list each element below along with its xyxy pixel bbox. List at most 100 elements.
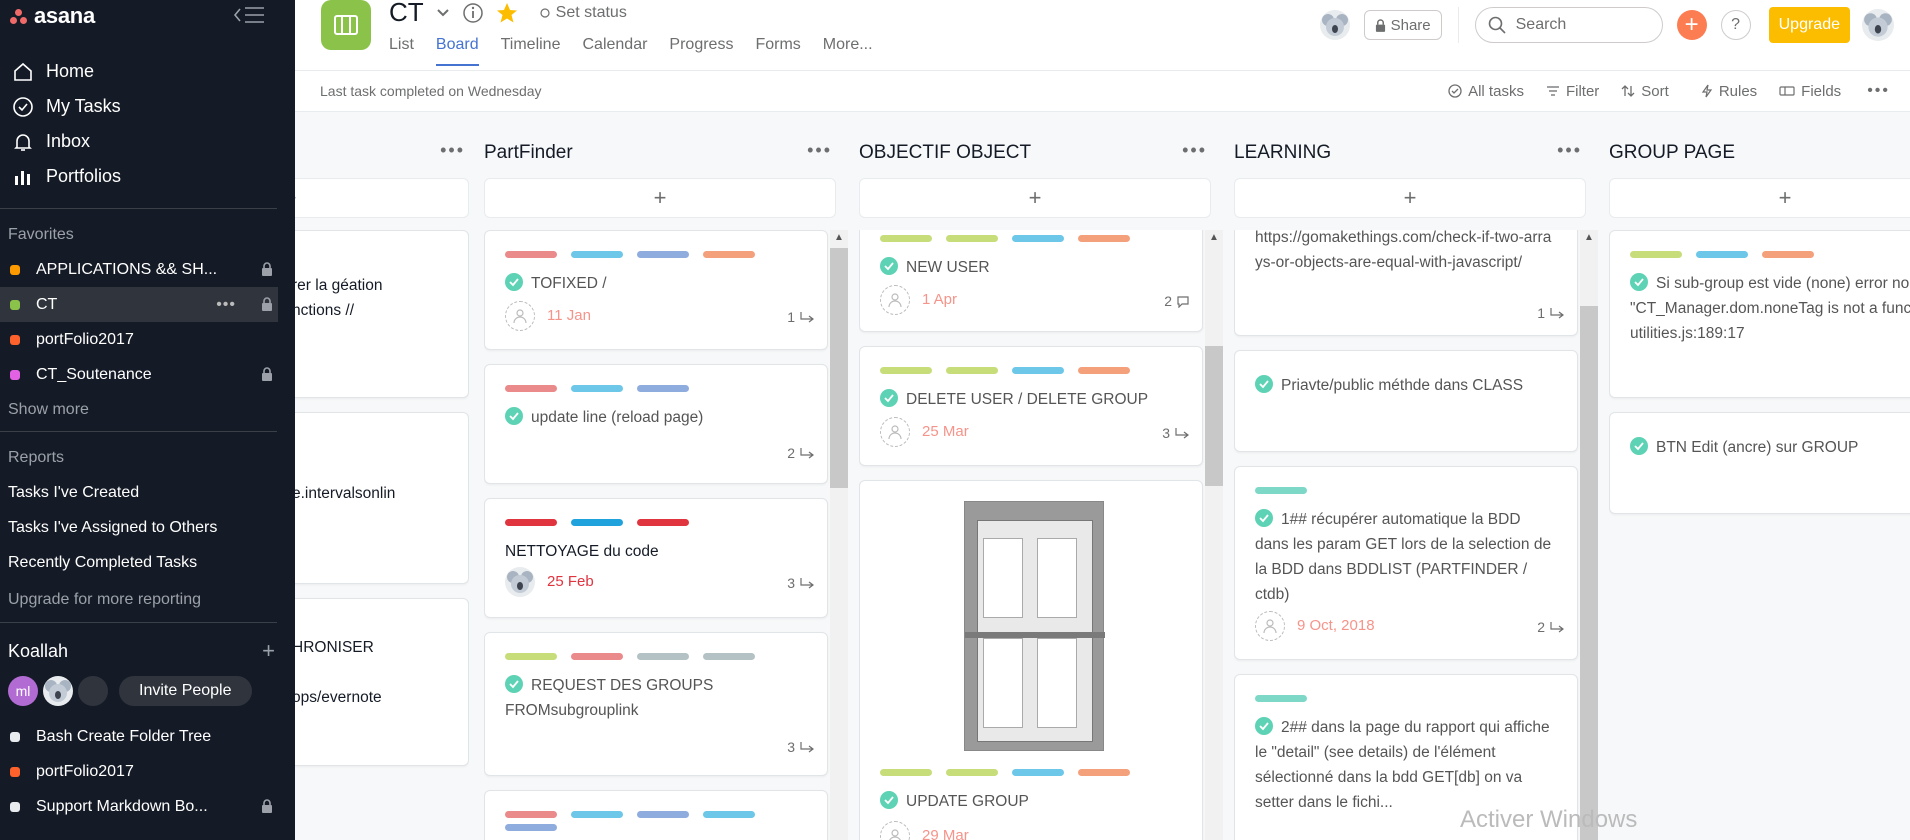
check-circle-icon[interactable] bbox=[505, 273, 523, 291]
avatar-placeholder[interactable] bbox=[78, 676, 108, 706]
collapse-sidebar-icon[interactable] bbox=[232, 5, 266, 25]
check-circle-icon[interactable] bbox=[1255, 375, 1273, 393]
user-avatar[interactable] bbox=[1862, 9, 1894, 41]
assignee-icon[interactable] bbox=[880, 821, 910, 840]
search-input[interactable]: Search bbox=[1474, 7, 1663, 43]
koala-avatar[interactable] bbox=[505, 567, 535, 597]
invite-people-button[interactable]: Invite People bbox=[119, 676, 252, 706]
all-tasks-button[interactable]: All tasks bbox=[1448, 83, 1524, 100]
subtask-count[interactable]: 3 bbox=[1162, 425, 1190, 441]
tab-list[interactable]: List bbox=[389, 34, 414, 66]
nav-inbox[interactable]: Inbox bbox=[0, 124, 295, 159]
column-scrollbar[interactable]: ▲ bbox=[830, 230, 848, 840]
favorite-ct[interactable]: CT ••• bbox=[0, 287, 278, 322]
filter-button[interactable]: Filter bbox=[1546, 83, 1599, 100]
task-attachment-thumbnail[interactable] bbox=[964, 501, 1105, 751]
due-date[interactable]: 25 Mar bbox=[922, 423, 969, 440]
assignee-icon[interactable] bbox=[880, 285, 910, 315]
more-options-icon[interactable]: ••• bbox=[1867, 82, 1890, 100]
team-header[interactable]: Koallah + bbox=[0, 631, 295, 671]
project-bash[interactable]: Bash Create Folder Tree bbox=[0, 719, 295, 754]
task-card[interactable]: Si sub-group est vide (none) error nonet… bbox=[1609, 230, 1910, 398]
tab-timeline[interactable]: Timeline bbox=[501, 34, 561, 66]
column-menu-icon[interactable]: ••• bbox=[1557, 140, 1582, 161]
check-circle-icon[interactable] bbox=[880, 791, 898, 809]
assignee-icon[interactable] bbox=[880, 417, 910, 447]
subtask-count[interactable]: 1 bbox=[1537, 305, 1565, 321]
column-title[interactable]: GROUP PAGE bbox=[1609, 142, 1735, 164]
task-card[interactable]: e.intervalsonlin bbox=[295, 412, 469, 584]
tab-progress[interactable]: Progress bbox=[669, 34, 733, 66]
add-task-button[interactable]: + bbox=[1609, 178, 1910, 218]
column-scrollbar[interactable]: ▲ bbox=[1205, 230, 1223, 840]
check-circle-icon[interactable] bbox=[1255, 717, 1273, 735]
fields-button[interactable]: Fields bbox=[1779, 83, 1841, 100]
task-card[interactable]: DELETE USER / DELETE GROUP 25 Mar 3 bbox=[859, 346, 1203, 466]
nav-portfolios[interactable]: Portfolios bbox=[0, 159, 295, 194]
report-tasks-assigned[interactable]: Tasks I've Assigned to Others bbox=[0, 510, 295, 545]
due-date[interactable]: 25 Feb bbox=[547, 573, 594, 590]
column-scrollbar[interactable]: ▲ bbox=[1580, 230, 1598, 840]
column-title[interactable]: PartFinder bbox=[484, 142, 573, 164]
comment-count[interactable]: 2 bbox=[1164, 293, 1190, 309]
add-task-button[interactable]: + bbox=[1234, 178, 1586, 218]
upgrade-reporting-link[interactable]: Upgrade for more reporting bbox=[0, 580, 295, 620]
report-tasks-created[interactable]: Tasks I've Created bbox=[0, 475, 295, 510]
task-card[interactable]: NETTOYAGE du code 25 Feb 3 bbox=[484, 498, 828, 618]
check-circle-icon[interactable] bbox=[880, 257, 898, 275]
report-recently-completed[interactable]: Recently Completed Tasks bbox=[0, 545, 295, 580]
task-card[interactable]: UPDATE GROUP 29 Mar bbox=[859, 480, 1203, 840]
favorite-applications[interactable]: APPLICATIONS && SH... bbox=[0, 252, 295, 287]
subtask-count[interactable]: 2 bbox=[1537, 619, 1565, 635]
assignee-icon[interactable] bbox=[505, 301, 535, 331]
column-menu-icon[interactable]: ••• bbox=[440, 140, 465, 161]
subtask-count[interactable]: 3 bbox=[787, 739, 815, 755]
column-title[interactable]: OBJECTIF OBJECT bbox=[859, 142, 1031, 164]
share-button[interactable]: Share bbox=[1363, 10, 1442, 40]
due-date[interactable]: 9 Oct, 2018 bbox=[1297, 617, 1375, 634]
project-icon[interactable] bbox=[321, 0, 371, 50]
due-date[interactable]: 1 Apr bbox=[922, 291, 957, 308]
add-task-button[interactable]: + bbox=[484, 178, 836, 218]
chevron-down-icon[interactable] bbox=[436, 8, 450, 18]
check-circle-icon[interactable] bbox=[505, 675, 523, 693]
column-title[interactable]: LEARNING bbox=[1234, 142, 1331, 164]
task-card[interactable]: 1## récupérer automatique la BDD dans le… bbox=[1234, 466, 1578, 660]
koala-avatar[interactable] bbox=[43, 676, 73, 706]
check-circle-icon[interactable] bbox=[1630, 437, 1648, 455]
favorite-portfolio2017[interactable]: portFolio2017 bbox=[0, 322, 295, 357]
due-date[interactable]: 29 Mar bbox=[922, 827, 969, 840]
set-status-button[interactable]: Set status bbox=[540, 4, 627, 22]
tab-calendar[interactable]: Calendar bbox=[582, 34, 647, 66]
subtask-count[interactable]: 3 bbox=[787, 575, 815, 591]
koala-avatar[interactable] bbox=[1319, 10, 1350, 40]
check-circle-icon[interactable] bbox=[880, 389, 898, 407]
task-card[interactable]: https://gomakethings.com/check-if-two-ar… bbox=[1234, 230, 1578, 336]
task-card[interactable]: NEW USER 1 Apr 2 bbox=[859, 230, 1203, 332]
subtask-count[interactable]: 1 bbox=[787, 309, 815, 325]
avatar[interactable]: ml bbox=[8, 676, 38, 706]
task-card[interactable]: BTN Edit (ancre) sur GROUP bbox=[1609, 412, 1910, 514]
task-card[interactable]: TOFIXED / 11 Jan 1 bbox=[484, 230, 828, 350]
add-task-button[interactable]: + bbox=[859, 178, 1211, 218]
task-card[interactable]: REQUEST DES GROUPS FROMsubgrouplink 3 bbox=[484, 632, 828, 776]
project-portfolio2017[interactable]: portFolio2017 bbox=[0, 754, 295, 789]
add-icon[interactable]: + bbox=[262, 638, 275, 664]
favorite-ct-soutenance[interactable]: CT_Soutenance bbox=[0, 357, 295, 392]
task-card[interactable]: update line (reload page) 2 bbox=[484, 364, 828, 484]
rules-button[interactable]: Rules bbox=[1701, 83, 1757, 100]
star-icon[interactable] bbox=[496, 2, 518, 24]
add-task-button[interactable]: + bbox=[295, 178, 469, 218]
nav-my-tasks[interactable]: My Tasks bbox=[0, 89, 295, 124]
task-card[interactable]: Priavte/public méthde dans CLASS bbox=[1234, 350, 1578, 452]
show-more-link[interactable]: Show more bbox=[0, 392, 295, 427]
column-menu-icon[interactable]: ••• bbox=[1182, 140, 1207, 161]
check-circle-icon[interactable] bbox=[1255, 509, 1273, 527]
assignee-icon[interactable] bbox=[1255, 611, 1285, 641]
task-card[interactable]: HRONISER ops/evernote bbox=[295, 598, 469, 766]
upgrade-button[interactable]: Upgrade bbox=[1768, 7, 1850, 43]
scroll-up-icon[interactable]: ▲ bbox=[1584, 232, 1594, 243]
column-menu-icon[interactable]: ••• bbox=[807, 140, 832, 161]
asana-logo[interactable]: asana bbox=[10, 3, 95, 29]
due-date[interactable]: 11 Jan bbox=[547, 307, 591, 324]
